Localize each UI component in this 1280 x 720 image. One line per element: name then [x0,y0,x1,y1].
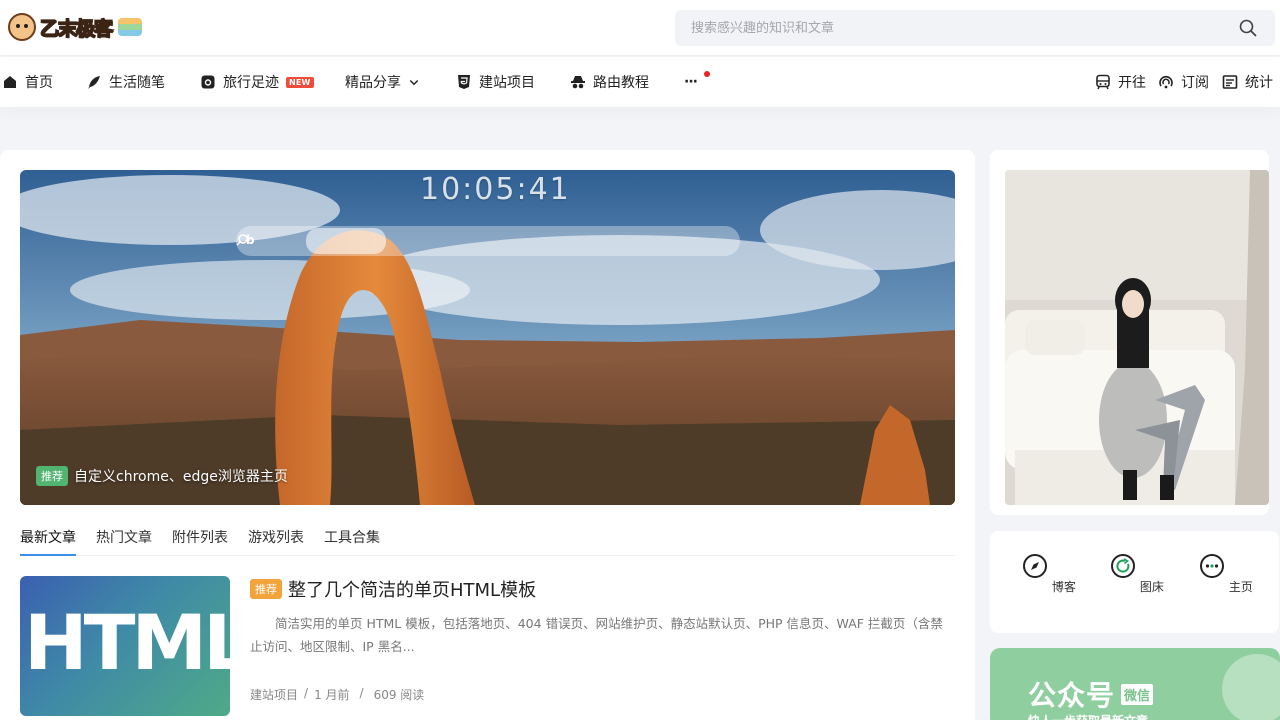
nav-label: 建站项目 [479,75,535,91]
nav-label: 统计 [1245,75,1273,91]
list-item: HTML 推荐 整了几个简洁的单页HTML模板 简洁实用的单页 HTML 模板，… [20,576,955,716]
banner-search-icon [236,234,248,246]
nav-label: 精品分享 [345,75,401,91]
article-tabs: 最新文章 热门文章 附件列表 游戏列表 工具合集 [20,523,955,556]
quick-link-label: 主页 [1228,580,1253,594]
quick-link-imagehost[interactable]: 图床 [1107,553,1167,595]
wechat-subtitle: 快人一步获取最新文章 [1028,712,1148,720]
decorative-circle [1222,654,1280,720]
nav-item-share[interactable]: 精品分享 [345,71,420,93]
tab-tools[interactable]: 工具合集 [324,523,380,556]
thumbnail-text: HTML [24,598,230,687]
quick-link-label: 图床 [1139,580,1164,594]
nav-item-subscribe[interactable]: 订阅 [1158,71,1209,93]
sidebar-quick-links: 博客 图床 主页 [990,531,1279,633]
chat-bubble-icon [118,18,143,36]
blurred-region [306,228,386,254]
recommend-tag: 推荐 [250,579,282,599]
tab-hot[interactable]: 热门文章 [96,523,152,556]
nav-item-stats[interactable]: 统计 [1222,71,1273,93]
wechat-title-text: 公众号 [1028,679,1116,712]
meta-separator: / [304,686,309,700]
wechat-tag: 微信 [1121,683,1154,705]
nav-label: 路由教程 [593,75,649,91]
tab-latest[interactable]: 最新文章 [20,523,76,556]
post-thumbnail[interactable]: HTML [20,576,230,716]
quick-link-label: 博客 [1051,580,1076,594]
spy-icon [571,76,585,89]
html5-icon [458,75,470,89]
quick-link-blog[interactable]: 博客 [1019,553,1079,595]
new-badge: NEW [286,76,314,88]
compass-icon [1023,554,1048,578]
chart-icon [1222,75,1238,89]
search-box [675,10,1275,46]
site-logo[interactable]: 乙末极客 [8,10,143,44]
more-icon: ··· [684,74,698,90]
banner-caption[interactable]: 推荐 自定义chrome、edge浏览器主页 [36,466,288,486]
tab-games[interactable]: 游戏列表 [248,523,304,556]
banner-search-bar: b [236,226,740,256]
post-views: 609 阅读 [373,688,425,702]
nav-item-router[interactable]: 路由教程 [570,71,649,93]
nav-item-projects[interactable]: 建站项目 [456,71,535,93]
post-meta: 建站项目 / 1 月前 / 609 阅读 [250,686,424,703]
nav-label: 旅行足迹 [223,75,279,91]
refresh-icon [1111,554,1136,578]
search-icon[interactable] [1239,19,1257,37]
nav-label: 订阅 [1181,75,1209,91]
post-time: 1 月前 [314,688,350,702]
main-content: 10:05:41 b 推荐 自定义chrome、edge浏览器主页 最新文章 热… [0,150,975,720]
post-category[interactable]: 建站项目 [250,686,298,703]
quick-link-home[interactable]: 主页 [1196,553,1256,595]
home-icon [4,76,16,88]
nav-label: 首页 [25,75,53,91]
nav-item-home[interactable]: 首页 [2,71,53,93]
sidebar-photo-card [990,150,1269,515]
more-circle-icon [1200,554,1225,578]
notification-dot [704,71,710,77]
search-input[interactable] [691,18,1221,38]
photo-image [1005,170,1269,505]
logo-text: 乙末极客 [39,17,114,41]
post-excerpt: 简洁实用的单页 HTML 模板，包括落地页、404 错误页、网站维护页、静态站默… [250,616,943,654]
banner-title[interactable]: 自定义chrome、edge浏览器主页 [74,466,288,486]
wechat-promo-card[interactable]: 公众号 微信 快人一步获取最新文章 [990,648,1280,720]
recommend-tag: 推荐 [36,466,68,486]
nav-item-life[interactable]: 生活随笔 [86,71,165,93]
post-title[interactable]: 推荐 整了几个简洁的单页HTML模板 [250,576,536,602]
nav-item-travel[interactable]: 旅行足迹 NEW [200,71,314,93]
meta-separator: / [359,686,364,700]
nav-label: 开往 [1118,75,1146,91]
top-header: 乙末极客 [0,0,1280,56]
chevron-down-icon [409,79,419,86]
nav-label: 生活随笔 [109,75,165,91]
nav-item-more[interactable]: ··· [684,71,710,93]
banner-clock: 10:05:41 [420,172,571,207]
sidebar-photo[interactable] [1005,170,1269,505]
tab-attachments[interactable]: 附件列表 [172,523,228,556]
rss-icon [1159,75,1173,89]
feather-icon [88,76,100,89]
banner-image [20,170,955,505]
main-nav: 首页 生活随笔 旅行足迹 NEW 精品分享 建站项目 路由教程 ··· 开往 订… [0,57,1280,107]
nav-item-travelling[interactable]: 开往 [1095,71,1146,93]
train-icon [1096,74,1110,90]
camera-icon [201,75,215,89]
mascot-icon [8,13,36,41]
featured-banner[interactable]: 10:05:41 b 推荐 自定义chrome、edge浏览器主页 [20,170,955,505]
wechat-title: 公众号 微信 [1028,674,1154,714]
post-title-text[interactable]: 整了几个简洁的单页HTML模板 [288,576,536,602]
